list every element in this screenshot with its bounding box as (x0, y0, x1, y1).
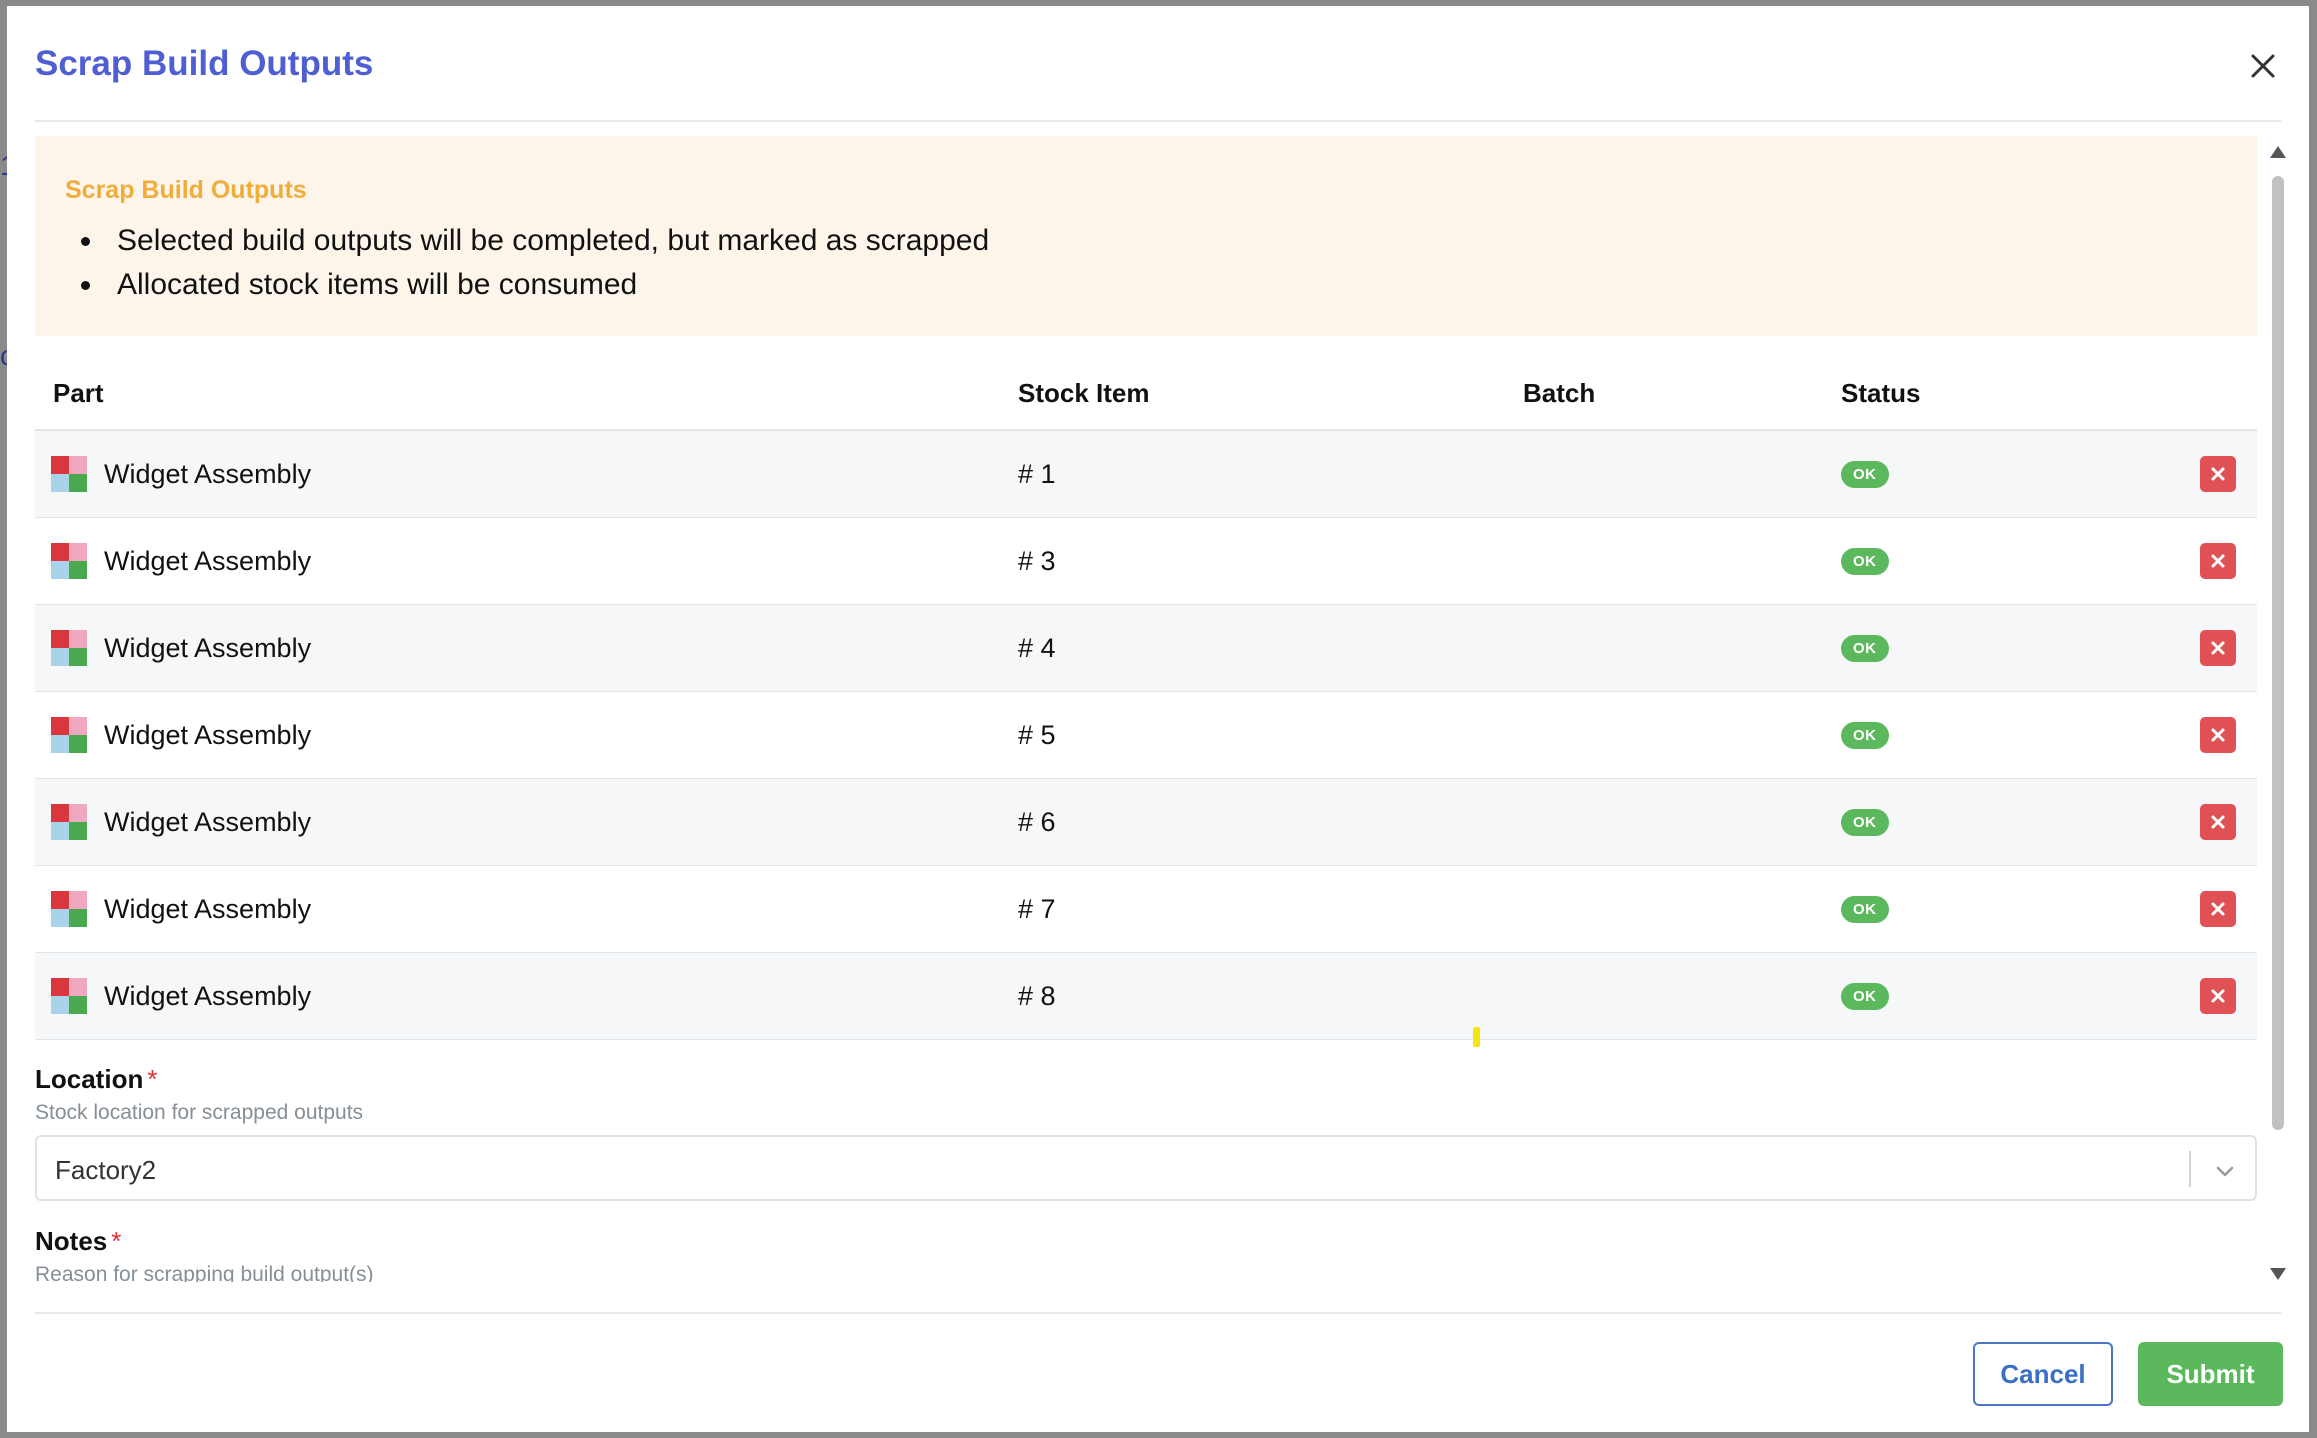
part-thumbnail (51, 891, 87, 927)
scrap-build-outputs-dialog: Scrap Build Outputs Scrap Build Outputs … (7, 6, 2309, 1432)
remove-row-button[interactable] (2200, 891, 2236, 927)
table-row: Widget Assembly # 5 OK (35, 692, 2257, 779)
required-mark: * (111, 1226, 122, 1256)
remove-row-icon (2211, 989, 2225, 1003)
part-name: Widget Assembly (104, 719, 312, 750)
remove-row-icon (2211, 554, 2225, 568)
remove-row-icon (2211, 467, 2225, 481)
stock-item-cell: # 1 (1018, 458, 1056, 489)
submit-button[interactable]: Submit (2138, 1342, 2283, 1406)
scroll-down-arrow-icon[interactable] (2270, 1268, 2286, 1280)
close-icon (2251, 54, 2275, 78)
cancel-button[interactable]: Cancel (1973, 1342, 2113, 1406)
part-name: Widget Assembly (104, 545, 312, 576)
remove-row-button[interactable] (2200, 456, 2236, 492)
part-name: Widget Assembly (104, 632, 312, 663)
stock-item-cell: # 3 (1018, 545, 1056, 576)
part-name: Widget Assembly (104, 893, 312, 924)
remove-row-button[interactable] (2200, 717, 2236, 753)
part-name: Widget Assembly (104, 980, 312, 1011)
table-row: Widget Assembly # 1 OK (35, 431, 2257, 518)
remove-row-button[interactable] (2200, 978, 2236, 1014)
notes-label: Notes * (35, 1226, 121, 1257)
text-cursor-marker (1473, 1027, 1480, 1047)
remove-row-button[interactable] (2200, 630, 2236, 666)
part-cell[interactable]: Widget Assembly (51, 779, 311, 865)
column-header-status: Status (1841, 378, 1921, 408)
build-outputs-table: Part Stock Item Batch Status Widget Asse… (35, 354, 2257, 1040)
part-cell[interactable]: Widget Assembly (51, 866, 311, 952)
remove-row-icon (2211, 728, 2225, 742)
alert-list: Selected build outputs will be completed… (65, 219, 2227, 307)
column-header-part: Part (53, 378, 104, 408)
alert-title: Scrap Build Outputs (65, 176, 307, 204)
remove-row-button[interactable] (2200, 543, 2236, 579)
table-row: Widget Assembly # 4 OK (35, 605, 2257, 692)
stock-item-cell: # 6 (1018, 806, 1056, 837)
location-label: Location * (35, 1064, 157, 1095)
part-thumbnail (51, 456, 87, 492)
select-divider (2189, 1151, 2191, 1187)
part-cell[interactable]: Widget Assembly (51, 605, 311, 691)
dialog-title: Scrap Build Outputs (35, 44, 374, 83)
warning-alert: Scrap Build Outputs Selected build outpu… (35, 136, 2257, 336)
part-cell[interactable]: Widget Assembly (51, 953, 311, 1039)
notes-help-text: Reason for scrapping build output(s) (35, 1263, 374, 1282)
column-header-batch: Batch (1523, 378, 1596, 408)
part-thumbnail (51, 804, 87, 840)
table-row: Widget Assembly # 6 OK (35, 779, 2257, 866)
remove-row-icon (2211, 641, 2225, 655)
status-badge: OK (1841, 547, 1889, 575)
part-thumbnail (51, 978, 87, 1014)
location-label-text: Location (35, 1064, 144, 1094)
stock-item-cell: # 5 (1018, 719, 1056, 750)
dialog-header: Scrap Build Outputs (35, 6, 2281, 122)
column-header-stock-item: Stock Item (1018, 378, 1150, 408)
location-select[interactable]: Factory2 (35, 1135, 2257, 1201)
status-badge: OK (1841, 808, 1889, 836)
dialog-scrollbar[interactable] (2269, 142, 2287, 1286)
remove-row-icon (2211, 815, 2225, 829)
stock-item-cell: # 8 (1018, 980, 1056, 1011)
required-mark: * (147, 1064, 158, 1094)
stock-item-cell: # 4 (1018, 632, 1056, 663)
status-badge: OK (1841, 460, 1889, 488)
status-badge: OK (1841, 982, 1889, 1010)
table-row: Widget Assembly # 3 OK (35, 518, 2257, 605)
status-badge: OK (1841, 721, 1889, 749)
table-header: Part Stock Item Batch Status (35, 354, 2257, 431)
part-name: Widget Assembly (104, 458, 312, 489)
remove-row-button[interactable] (2200, 804, 2236, 840)
scrollbar-thumb[interactable] (2272, 176, 2284, 1130)
scroll-up-arrow-icon[interactable] (2270, 146, 2286, 158)
close-button[interactable] (2243, 46, 2283, 86)
location-select-value: Factory2 (55, 1155, 157, 1185)
part-name: Widget Assembly (104, 806, 312, 837)
stock-item-cell: # 7 (1018, 893, 1056, 924)
part-cell[interactable]: Widget Assembly (51, 431, 311, 517)
part-thumbnail (51, 630, 87, 666)
alert-item: Selected build outputs will be completed… (105, 219, 2227, 263)
status-badge: OK (1841, 634, 1889, 662)
chevron-down-icon[interactable] (2211, 1157, 2239, 1185)
table-row: Widget Assembly # 7 OK (35, 866, 2257, 953)
location-help-text: Stock location for scrapped outputs (35, 1101, 364, 1124)
part-cell[interactable]: Widget Assembly (51, 692, 311, 778)
status-badge: OK (1841, 895, 1889, 923)
part-cell[interactable]: Widget Assembly (51, 518, 311, 604)
remove-row-icon (2211, 902, 2225, 916)
part-thumbnail (51, 717, 87, 753)
dialog-body[interactable]: Scrap Build Outputs Selected build outpu… (35, 136, 2257, 1282)
alert-item: Allocated stock items will be consumed (105, 263, 2227, 307)
table-row: Widget Assembly # 8 OK (35, 953, 2257, 1040)
part-thumbnail (51, 543, 87, 579)
notes-label-text: Notes (35, 1226, 108, 1256)
footer-divider (35, 1312, 2281, 1314)
